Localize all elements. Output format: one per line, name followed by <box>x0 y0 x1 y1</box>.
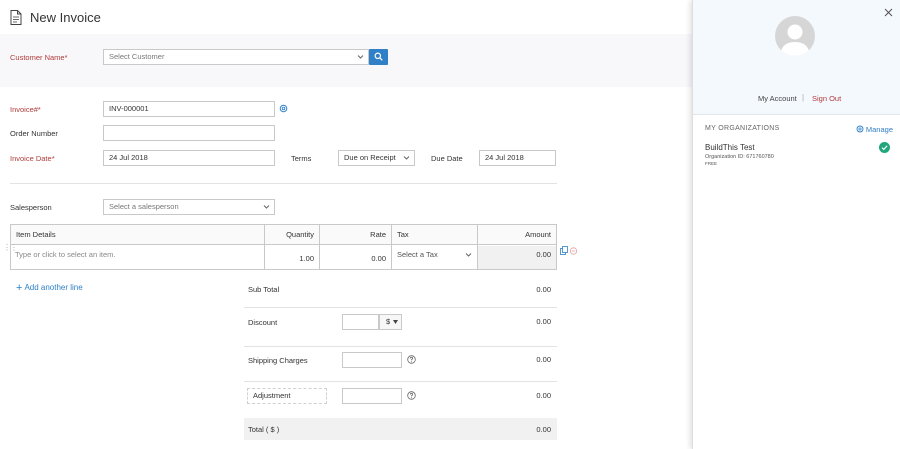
my-account-link[interactable]: My Account <box>758 94 797 103</box>
add-another-line-label: Add another line <box>24 283 83 292</box>
organization-plan: FREE <box>705 161 718 166</box>
chevron-down-icon <box>403 156 410 160</box>
adjustment-label-input[interactable]: Adjustment <box>247 388 327 404</box>
subtotal-value: 0.00 <box>536 285 551 294</box>
row-actions <box>560 246 578 255</box>
adjustment-input[interactable] <box>342 388 402 404</box>
gear-icon <box>856 125 864 133</box>
discount-unit-value: $ <box>386 317 391 326</box>
shipping-charges-value: 0.00 <box>536 355 551 364</box>
caret-down-icon <box>393 320 398 324</box>
page-title: New Invoice <box>30 10 101 25</box>
close-icon[interactable] <box>884 8 893 17</box>
order-number-input[interactable] <box>103 125 275 141</box>
due-date-input[interactable]: 24 Jul 2018 <box>479 150 556 166</box>
invoice-number-input[interactable]: INV-000001 <box>103 101 275 117</box>
column-header-quantity: Quantity <box>265 225 319 245</box>
chevron-down-icon <box>465 253 472 257</box>
discount-unit-select[interactable]: $ <box>379 314 402 330</box>
column-header-rate: Rate <box>320 225 391 245</box>
discount-label: Discount <box>248 318 278 327</box>
copy-icon[interactable] <box>560 246 568 255</box>
total-label: Total ( $ ) <box>248 425 280 434</box>
chevron-down-icon <box>263 205 270 209</box>
invoice-form: New Invoice Customer Name* Select Custom… <box>0 0 692 449</box>
sign-out-link[interactable]: Sign Out <box>812 94 841 103</box>
tax-select[interactable]: Select a Tax <box>392 246 477 269</box>
page-header: New Invoice <box>0 0 692 34</box>
user-icon <box>780 24 810 56</box>
invoice-date-label: Invoice Date* <box>10 154 55 163</box>
invoice-number-label: Invoice#* <box>10 105 41 114</box>
total-value: 0.00 <box>536 425 551 434</box>
organization-name[interactable]: BuildThis Test <box>705 143 755 152</box>
due-date-label: Due Date <box>431 154 463 163</box>
salesperson-select[interactable]: Select a salesperson <box>103 199 275 215</box>
link-separator: | <box>802 93 805 102</box>
add-another-line-button[interactable]: + Add another line <box>16 282 83 294</box>
organizations-heading: MY ORGANIZATIONS <box>705 125 780 132</box>
customer-select[interactable]: Select Customer <box>103 49 369 65</box>
invoice-date-input[interactable]: 24 Jul 2018 <box>103 150 275 166</box>
document-icon <box>10 10 22 25</box>
discount-value: 0.00 <box>536 317 551 326</box>
help-icon[interactable] <box>407 355 416 364</box>
shipping-charges-input[interactable] <box>342 352 402 368</box>
gear-icon[interactable] <box>279 104 288 113</box>
adjustment-value: 0.00 <box>536 391 551 400</box>
total-row <box>244 418 557 440</box>
column-header-tax: Tax <box>392 225 477 245</box>
discount-input[interactable] <box>342 314 379 330</box>
column-header-amount: Amount <box>478 225 556 245</box>
organization-id: Organization ID: 671760780 <box>705 154 774 160</box>
order-number-label: Order Number <box>10 129 58 138</box>
customer-name-label: Customer Name* <box>10 53 68 62</box>
item-details-input[interactable]: Type or click to select an item. <box>11 246 264 269</box>
totals-divider <box>244 381 557 382</box>
account-header: My Account | Sign Out <box>693 0 900 115</box>
tax-select-placeholder: Select a Tax <box>397 250 438 259</box>
amount-value: 0.00 <box>478 246 556 269</box>
terms-select-value: Due on Receipt <box>344 153 396 162</box>
remove-row-icon[interactable] <box>569 247 578 255</box>
column-header-item-details: Item Details <box>11 225 264 245</box>
customer-search-button[interactable] <box>369 49 388 65</box>
salesperson-label: Salesperson <box>10 203 52 212</box>
search-icon <box>374 52 383 61</box>
terms-select[interactable]: Due on Receipt <box>338 150 415 166</box>
totals-divider <box>244 346 557 347</box>
subtotal-label: Sub Total <box>248 285 280 294</box>
terms-label: Terms <box>291 154 312 163</box>
drag-handle-icon[interactable]: ⋮⋮ <box>3 243 18 252</box>
chevron-down-icon <box>357 55 364 59</box>
manage-link[interactable]: Manage <box>856 125 893 134</box>
totals-divider <box>244 307 557 308</box>
check-circle-icon <box>879 142 890 153</box>
quantity-input[interactable]: 1.00 <box>265 246 319 269</box>
item-table: Item Details Quantity Rate Tax Amount Ty… <box>10 224 557 270</box>
help-icon[interactable] <box>407 391 416 400</box>
plus-icon: + <box>16 282 23 294</box>
manage-label: Manage <box>865 125 893 134</box>
salesperson-select-placeholder: Select a salesperson <box>109 202 179 211</box>
avatar[interactable] <box>775 16 815 56</box>
section-divider <box>10 183 557 184</box>
customer-select-placeholder: Select Customer <box>109 52 165 61</box>
rate-input[interactable]: 0.00 <box>320 246 391 269</box>
account-panel: My Account | Sign Out MY ORGANIZATIONS M… <box>692 0 900 449</box>
shipping-charges-label: Shipping Charges <box>248 356 308 365</box>
